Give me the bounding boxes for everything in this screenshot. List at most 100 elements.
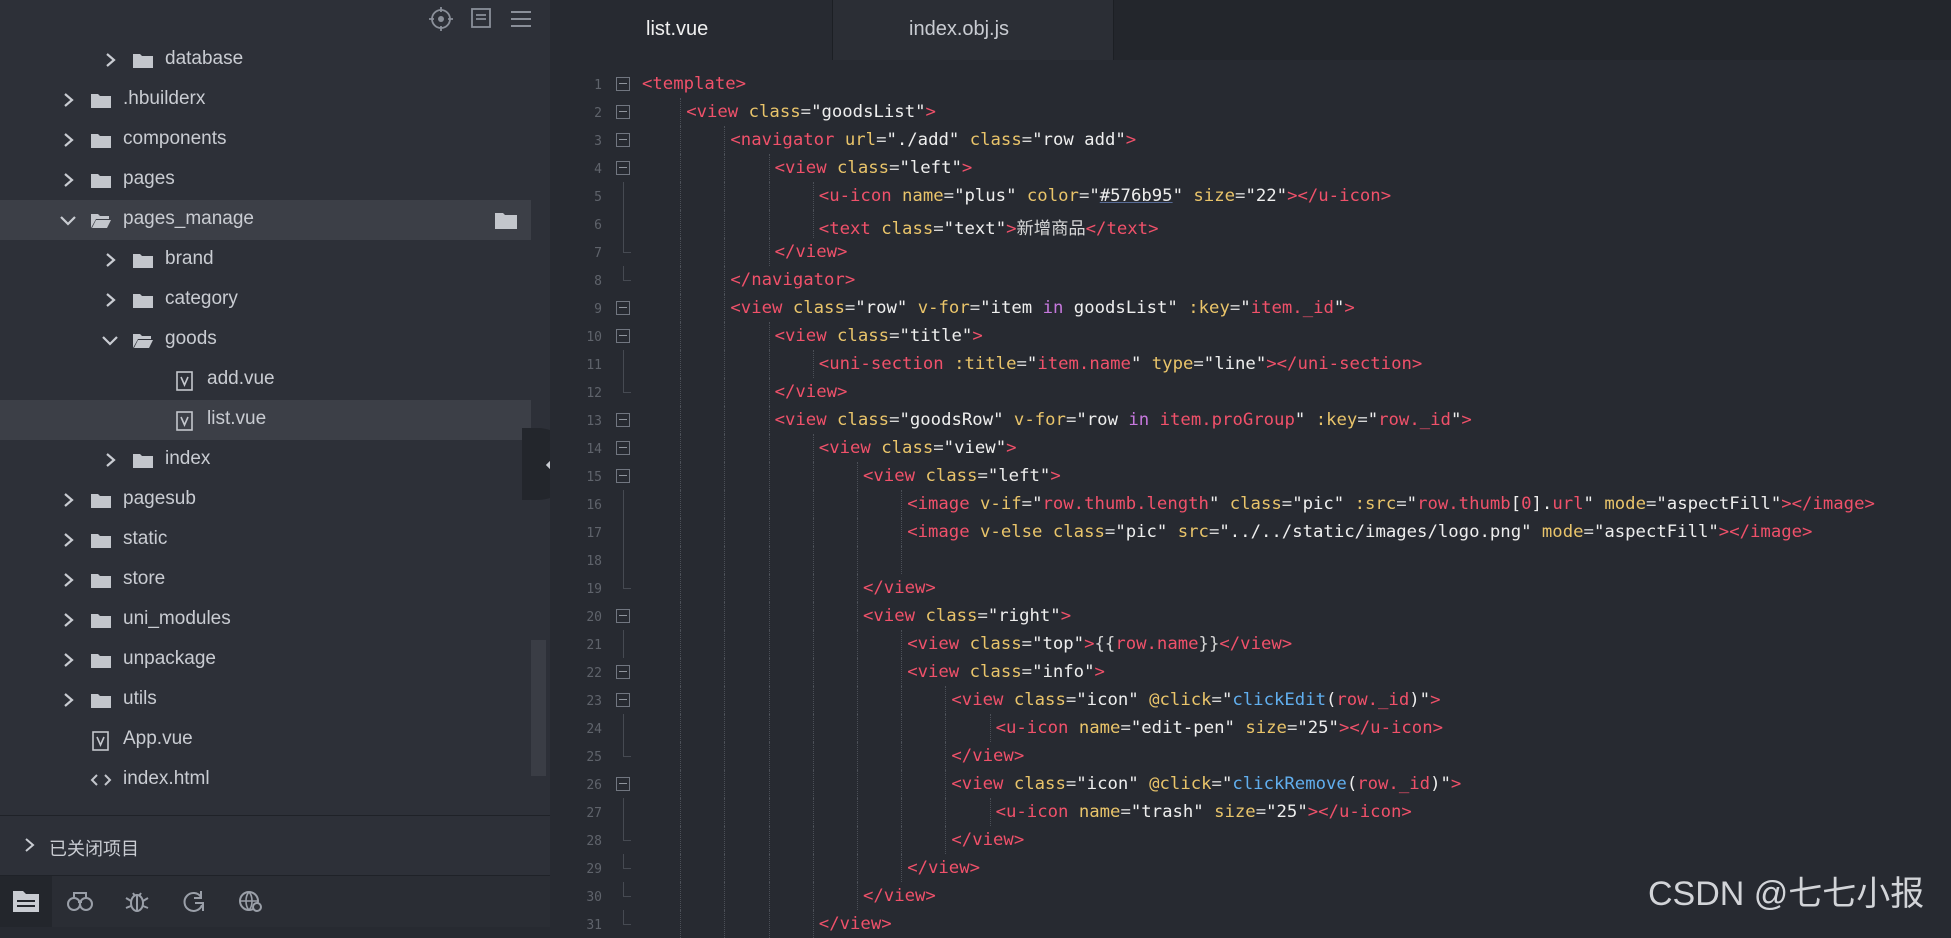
browser-icon[interactable] <box>236 888 264 914</box>
chevron-right-icon[interactable] <box>100 450 120 470</box>
fold-toggle-icon[interactable] <box>616 105 630 119</box>
code-token: class <box>1013 690 1066 710</box>
fold-toggle-icon[interactable] <box>616 469 630 483</box>
indent-guide <box>812 630 814 658</box>
search-icon[interactable] <box>66 888 94 914</box>
code-token: "goodsRow" <box>899 410 1014 430</box>
code-line[interactable]: 26 <view class="icon" @click="clickRemove… <box>550 770 1951 798</box>
code-line[interactable]: 4 <view class="left"> <box>550 154 1951 182</box>
chevron-right-icon[interactable] <box>58 170 78 190</box>
collapse-all-icon[interactable] <box>469 6 495 32</box>
tree-file-index-html[interactable]: index.html <box>0 760 531 800</box>
tree-folder-goods[interactable]: goods <box>0 320 531 360</box>
code-line[interactable]: 8 </navigator> <box>550 266 1951 294</box>
code-line[interactable]: 9 <view class="row" v-for="item in goodsL… <box>550 294 1951 322</box>
fold-toggle-icon[interactable] <box>616 329 630 343</box>
code-line[interactable]: 25 </view> <box>550 742 1951 770</box>
chevron-right-icon[interactable] <box>58 490 78 510</box>
tab-index-obj-js[interactable]: index.obj.js <box>832 0 1114 60</box>
code-area[interactable]: 1 <template> 2 <view class="goodsList"> 3 <na… <box>550 70 1951 938</box>
code-line[interactable]: 22 <view class="info"> <box>550 658 1951 686</box>
chevron-right-icon[interactable] <box>58 650 78 670</box>
code-line[interactable]: 17 <image v-else class="pic" src="../../s… <box>550 518 1951 546</box>
tree-folder-unpackage[interactable]: unpackage <box>0 640 531 680</box>
debug-icon[interactable] <box>123 888 151 914</box>
indent-guide <box>857 574 858 602</box>
folder-action-icon[interactable] <box>494 210 518 230</box>
tree-folder-index[interactable]: index <box>0 440 531 480</box>
refresh-icon[interactable] <box>180 888 208 914</box>
chevron-right-icon[interactable] <box>100 290 120 310</box>
code-line[interactable]: 12 </view> <box>550 378 1951 406</box>
fold-toggle-icon[interactable] <box>616 413 630 427</box>
tree-folder-store[interactable]: store <box>0 560 531 600</box>
code-token: = <box>1193 354 1204 374</box>
fold-toggle-icon[interactable] <box>616 693 630 707</box>
closed-projects-section[interactable]: 已关闭项目 <box>0 815 550 876</box>
tree-folder-pages[interactable]: pages <box>0 160 531 200</box>
code-line[interactable]: 28 </view> <box>550 826 1951 854</box>
code-line[interactable]: 6 <text class="text">新增商品</text> <box>550 210 1951 239</box>
fold-toggle-icon[interactable] <box>616 441 630 455</box>
tree-folder-pagesub[interactable]: pagesub <box>0 480 531 520</box>
code-line[interactable]: 2 <view class="goodsList"> <box>550 98 1951 126</box>
code-line[interactable]: 1 <template> <box>550 70 1951 98</box>
tree-folder-uni-modules[interactable]: uni_modules <box>0 600 531 640</box>
explorer-scrollbar[interactable] <box>531 640 546 776</box>
code-token: </view> <box>774 382 848 402</box>
tree-item-label: uni_modules <box>123 608 231 629</box>
code-line[interactable]: 27 <u-icon name="trash" size="25"></u-ico… <box>550 798 1951 826</box>
code-line[interactable]: 18 <box>550 546 1951 574</box>
chevron-right-icon[interactable] <box>58 570 78 590</box>
chevron-right-icon[interactable] <box>58 130 78 150</box>
project-manager-icon[interactable] <box>0 876 52 927</box>
chevron-right-icon[interactable] <box>58 90 78 110</box>
fold-toggle-icon[interactable] <box>616 301 630 315</box>
chevron-right-icon[interactable] <box>58 690 78 710</box>
code-line[interactable]: 21 <view class="top">{{row.name}}</view> <box>550 630 1951 658</box>
chevron-down-icon[interactable] <box>100 330 120 350</box>
code-line[interactable]: 16 <image v-if="row.thumb.length" class="… <box>550 490 1951 518</box>
code-line[interactable]: 15 <view class="left"> <box>550 462 1951 490</box>
chevron-right-icon[interactable] <box>58 610 78 630</box>
fold-toggle-icon[interactable] <box>616 133 630 147</box>
indent-guide <box>812 462 814 490</box>
tree-file-list-vue[interactable]: list.vue <box>0 400 531 440</box>
tree-folder-components[interactable]: components <box>0 120 531 160</box>
chevron-right-icon[interactable] <box>58 530 78 550</box>
fold-toggle-icon[interactable] <box>616 777 630 791</box>
code-line[interactable]: 20 <view class="right"> <box>550 602 1951 630</box>
tree-folder-database[interactable]: database <box>0 40 531 80</box>
code-line[interactable]: 5 <u-icon name="plus" color="#576b95" siz… <box>550 182 1951 210</box>
code-line[interactable]: 11 <uni-section :title="item.name" type="… <box>550 350 1951 378</box>
fold-toggle-icon[interactable] <box>616 161 630 175</box>
code-line[interactable]: 23 <view class="icon" @click="clickEdit(r… <box>550 686 1951 714</box>
fold-toggle-icon[interactable] <box>616 665 630 679</box>
tree-file-add-vue[interactable]: add.vue <box>0 360 531 400</box>
code-line[interactable]: 7 </view> <box>550 238 1951 266</box>
code-line[interactable]: 13 <view class="goodsRow" v-for="row in i… <box>550 406 1951 434</box>
fold-toggle-icon[interactable] <box>616 609 630 623</box>
code-line[interactable]: 24 <u-icon name="edit-pen" size="25"></u-… <box>550 714 1951 742</box>
menu-icon[interactable] <box>508 6 534 32</box>
tree-folder-pages-manage[interactable]: pages_manage <box>0 200 531 240</box>
code-line[interactable]: 10 <view class="title"> <box>550 322 1951 350</box>
tab-list-vue[interactable]: list.vue <box>550 0 832 60</box>
tree-file-app-vue[interactable]: App.vue <box>0 720 531 760</box>
code-line[interactable]: 19 </view> <box>550 574 1951 602</box>
chevron-right-icon[interactable] <box>100 250 120 270</box>
tree-folder-static[interactable]: static <box>0 520 531 560</box>
tree-item-label: list.vue <box>207 408 267 429</box>
chevron-right-icon[interactable] <box>100 50 120 70</box>
tree-folder-category[interactable]: category <box>0 280 531 320</box>
chevron-down-icon[interactable] <box>58 210 78 230</box>
code-editor: list.vue index.obj.js 1 <template> 2 <view … <box>550 0 1951 938</box>
tree-folder-brand[interactable]: brand <box>0 240 531 280</box>
code-line[interactable]: 14 <view class="view"> <box>550 434 1951 462</box>
tree-folder-hbuilderx[interactable]: .hbuilderx <box>0 80 531 120</box>
code-token: "./add" <box>886 130 970 150</box>
locate-icon[interactable] <box>428 6 454 32</box>
code-line[interactable]: 3 <navigator url="./add" class="row add"> <box>550 126 1951 154</box>
fold-toggle-icon[interactable] <box>616 77 630 91</box>
tree-folder-utils[interactable]: utils <box>0 680 531 720</box>
